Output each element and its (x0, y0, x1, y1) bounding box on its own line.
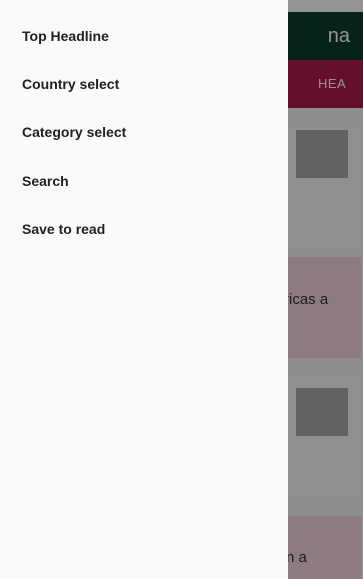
drawer-item-category-select[interactable]: Category select (0, 108, 288, 156)
drawer-item-country-select[interactable]: Country select (0, 60, 288, 108)
navigation-drawer: Top Headline Country select Category sel… (0, 0, 288, 579)
drawer-item-search[interactable]: Search (0, 157, 288, 205)
drawer-item-label: Country select (22, 76, 120, 92)
drawer-item-save-to-read[interactable]: Save to read (0, 205, 288, 253)
drawer-item-label: Top Headline (22, 28, 109, 44)
drawer-item-label: Save to read (22, 221, 106, 237)
drawer-item-label: Category select (22, 124, 127, 140)
drawer-item-label: Search (22, 173, 69, 189)
drawer-item-top-headline[interactable]: Top Headline (0, 12, 288, 60)
